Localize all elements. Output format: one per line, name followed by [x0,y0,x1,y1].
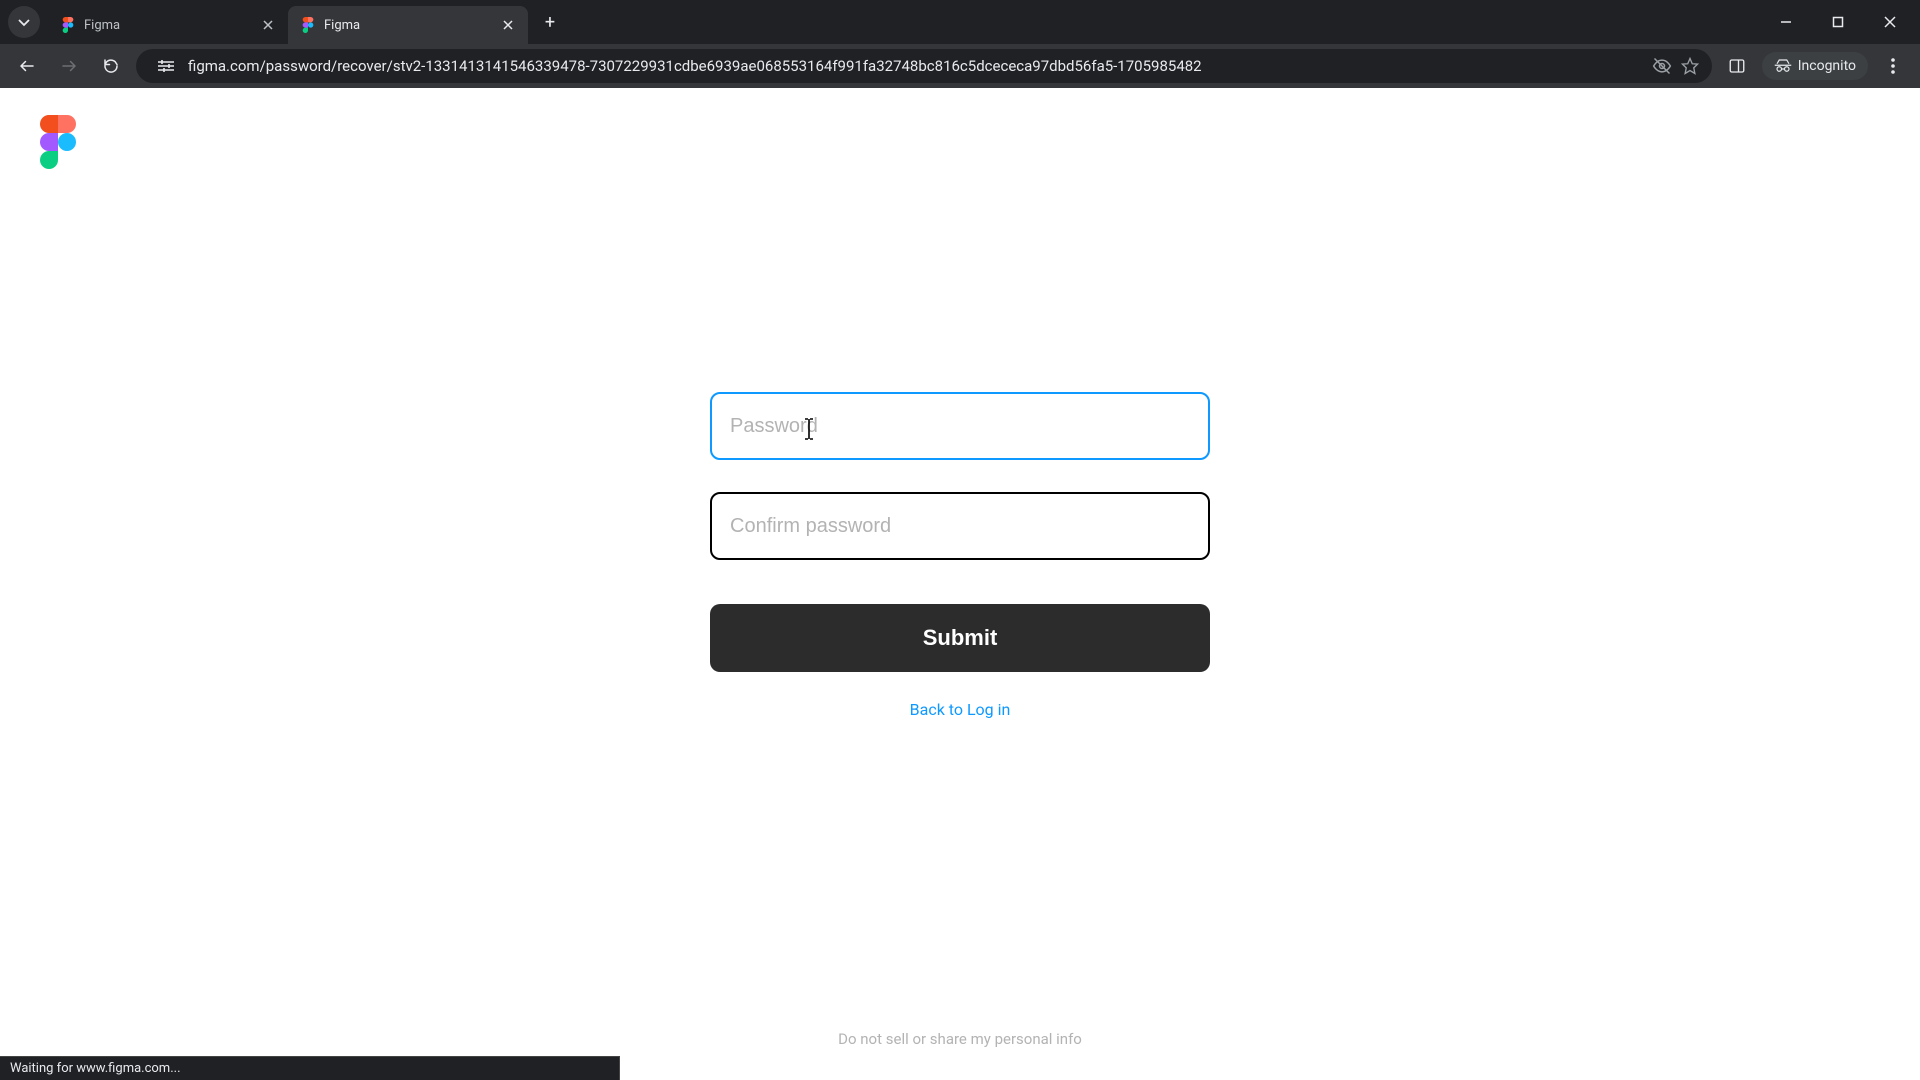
address-bar[interactable]: figma.com/password/recover/stv2-13314131… [136,49,1712,83]
maximize-button[interactable] [1816,6,1860,38]
site-settings-button[interactable] [152,52,180,80]
tabs-search-button[interactable] [8,6,40,38]
browser-tab-active[interactable]: Figma [288,6,528,44]
tab-title: Figma [84,18,252,33]
privacy-opt-out-link[interactable]: Do not sell or share my personal info [838,1030,1082,1048]
tune-icon [157,59,175,73]
browser-tab-strip: Figma Figma + [0,0,1920,44]
visibility-off-button[interactable] [1652,56,1672,76]
maximize-icon [1832,16,1844,28]
incognito-indicator[interactable]: Incognito [1762,52,1868,80]
tab-title: Figma [324,18,492,33]
window-controls [1764,6,1912,38]
figma-logo[interactable] [40,114,76,170]
chevron-down-icon [18,16,30,28]
browser-status-bar: Waiting for www.figma.com... [0,1056,620,1080]
star-icon [1681,57,1699,75]
tab-close-button[interactable] [500,17,516,33]
reload-icon [102,57,120,75]
new-tab-button[interactable]: + [536,8,564,36]
bookmark-button[interactable] [1680,56,1700,76]
browser-toolbar: figma.com/password/recover/stv2-13314131… [0,44,1920,88]
figma-favicon-icon [300,17,316,33]
figma-logo-icon [40,114,76,170]
close-icon [263,20,273,30]
panel-icon [1728,57,1746,75]
arrow-left-icon [18,57,36,75]
back-to-login-link[interactable]: Back to Log in [710,700,1210,719]
browser-menu-button[interactable] [1876,49,1910,83]
back-button[interactable] [10,49,44,83]
url-text: figma.com/password/recover/stv2-13314131… [188,57,1644,75]
reload-button[interactable] [94,49,128,83]
kebab-menu-icon [1891,58,1895,74]
tab-close-button[interactable] [260,17,276,33]
confirm-password-input[interactable] [710,492,1210,560]
incognito-icon [1774,59,1792,73]
browser-tab[interactable]: Figma [48,6,288,44]
forward-button[interactable] [52,49,86,83]
arrow-right-icon [60,57,78,75]
close-icon [1884,16,1896,28]
eye-off-icon [1652,56,1672,76]
figma-favicon-icon [60,17,76,33]
close-icon [503,20,513,30]
incognito-label: Incognito [1798,58,1856,74]
submit-button[interactable]: Submit [710,604,1210,672]
minimize-button[interactable] [1764,6,1808,38]
close-window-button[interactable] [1868,6,1912,38]
side-panel-button[interactable] [1720,49,1754,83]
password-recover-form: Submit Back to Log in [710,392,1210,719]
password-input[interactable] [710,392,1210,460]
minimize-icon [1780,16,1792,28]
page-content: Submit Back to Log in Do not sell or sha… [0,88,1920,1080]
